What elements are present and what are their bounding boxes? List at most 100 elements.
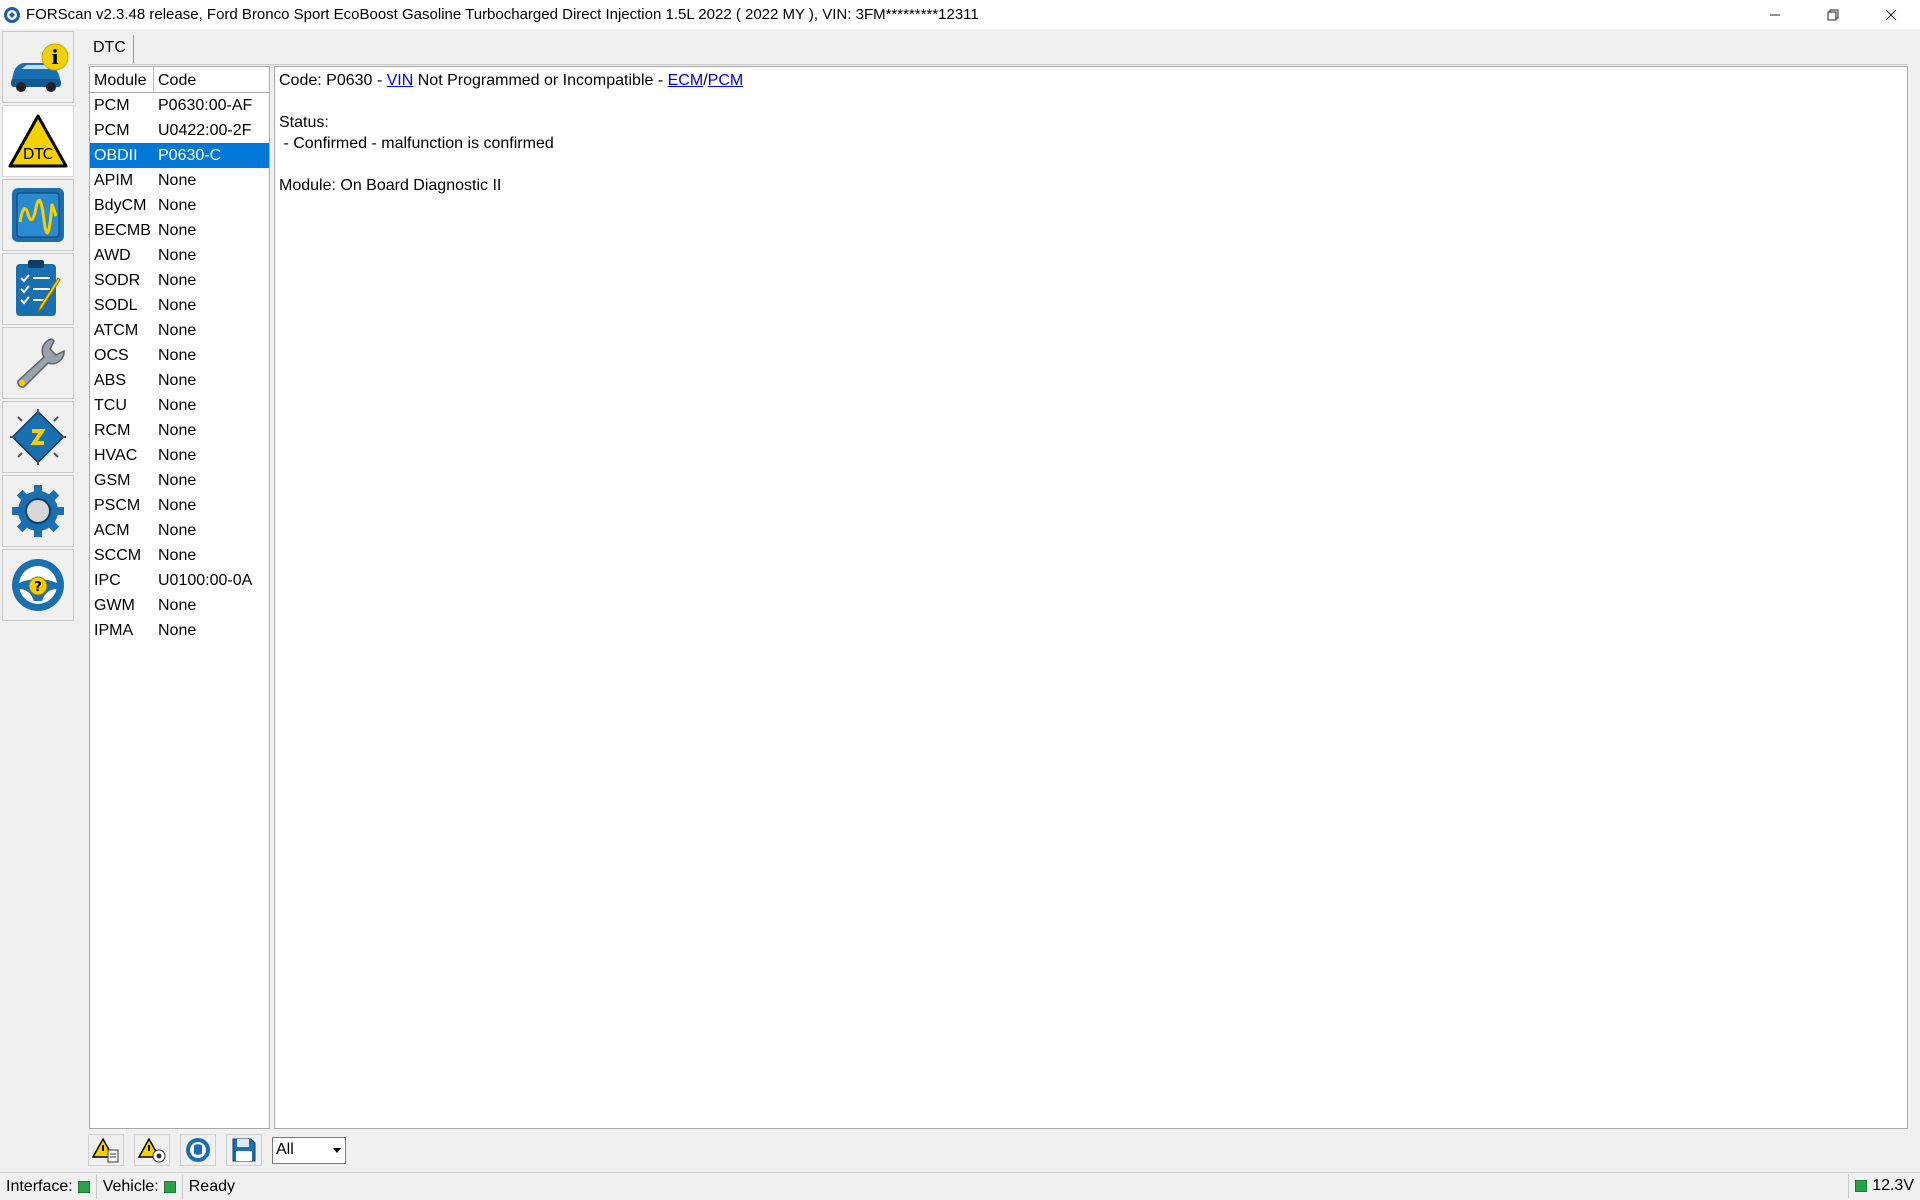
list-item[interactable]: APIM None	[90, 168, 269, 193]
vin-link[interactable]: VIN	[387, 72, 414, 89]
code-cell: None	[158, 471, 197, 489]
module-cell: APIM	[94, 171, 134, 189]
list-item[interactable]: PSCM None	[90, 493, 269, 518]
voltage-value: 12.3V	[1872, 1177, 1914, 1194]
code-description: Not Programmed or Incompatible -	[413, 72, 668, 89]
code-cell: None	[158, 271, 197, 289]
module-cell: SCCM	[94, 546, 142, 564]
code-cell: None	[158, 296, 197, 314]
sidebar-item-settings[interactable]	[2, 475, 74, 547]
car-info-icon: i	[11, 43, 69, 92]
read-dtc-button[interactable]	[88, 1134, 124, 1166]
svg-text:?: ?	[34, 580, 42, 595]
list-item[interactable]: IPC U0100:00-0A	[90, 568, 269, 593]
list-item[interactable]: HVAC None	[90, 443, 269, 468]
list-item[interactable]: IPMA None	[90, 618, 269, 643]
list-item[interactable]: GWM None	[90, 593, 269, 618]
sidebar-item-vehicle-info[interactable]: i	[2, 31, 74, 103]
module-cell: PCM	[94, 96, 130, 114]
list-item[interactable]: ATCM None	[90, 318, 269, 343]
sidebar-item-oscilloscope[interactable]	[2, 179, 74, 251]
dtc-warning-icon: DTC	[8, 114, 68, 168]
interface-status: Interface:	[0, 1174, 97, 1199]
list-item[interactable]: BdyCM None	[90, 193, 269, 218]
code-cell: None	[158, 421, 197, 439]
forscan-app-icon	[4, 6, 20, 23]
code-cell: None	[158, 321, 197, 339]
module-cell: OCS	[94, 346, 129, 364]
module-cell: TCU	[94, 396, 127, 414]
module-list-header: Module Code	[90, 67, 269, 93]
clear-dtc-icon	[138, 1137, 166, 1163]
minimize-button[interactable]	[1746, 0, 1804, 29]
code-cell: None	[158, 621, 197, 639]
wrench-icon	[17, 338, 65, 388]
sidebar-item-service[interactable]	[2, 327, 74, 399]
module-cell: IPC	[94, 571, 121, 589]
code-cell: None	[158, 596, 197, 614]
dtc-detail-pane: Code: P0630 - VIN Not Programmed or Inco…	[274, 66, 1908, 1129]
list-item[interactable]: OCS None	[90, 343, 269, 368]
module-cell: IPMA	[94, 621, 134, 639]
code-cell: None	[158, 396, 197, 414]
module-cell: GSM	[94, 471, 131, 489]
close-button[interactable]	[1862, 0, 1920, 29]
tab-dtc[interactable]: DTC	[88, 35, 134, 63]
pcm-link[interactable]: PCM	[708, 72, 744, 89]
interface-indicator-icon	[77, 1180, 90, 1193]
sidebar-item-configuration[interactable]	[2, 401, 74, 473]
list-item[interactable]: PCM P0630:00-AF	[90, 93, 269, 118]
column-header-module[interactable]: Module	[90, 67, 154, 92]
clear-dtc-button[interactable]	[134, 1134, 170, 1166]
list-item[interactable]: SODR None	[90, 268, 269, 293]
module-cell: PCM	[94, 121, 130, 139]
list-item[interactable]: GSM None	[90, 468, 269, 493]
list-item[interactable]: BECMB None	[90, 218, 269, 243]
module-cell: AWD	[94, 246, 131, 264]
column-header-code[interactable]: Code	[154, 67, 269, 92]
list-item[interactable]: AWD None	[90, 243, 269, 268]
code-cell: None	[158, 346, 197, 364]
code-cell: U0100:00-0A	[158, 571, 253, 589]
dtc-filter-select[interactable]: All	[272, 1136, 346, 1164]
module-rows: PCM P0630:00-AF PCM U0422:00-2F OBDII P0630…	[90, 93, 269, 643]
code-cell: P0630-C	[158, 146, 222, 164]
module-line: Module: On Board Diagnostic II	[279, 177, 502, 194]
code-cell: None	[158, 371, 197, 389]
module-cell: HVAC	[94, 446, 138, 464]
list-item[interactable]: ACM None	[90, 518, 269, 543]
code-prefix: Code: P0630 -	[279, 72, 387, 89]
status-label: Status:	[279, 114, 329, 131]
list-item[interactable]: SCCM None	[90, 543, 269, 568]
database-button[interactable]	[180, 1134, 216, 1166]
title-bar: FORScan v2.3.48 release, Ford Bronco Spo…	[0, 0, 1920, 29]
list-item[interactable]: TCU None	[90, 393, 269, 418]
list-item[interactable]: ABS None	[90, 368, 269, 393]
module-cell: ATCM	[94, 321, 139, 339]
module-cell: PSCM	[94, 496, 141, 514]
module-cell: SODL	[94, 296, 138, 314]
oscilloscope-icon	[12, 188, 64, 242]
module-cell: RCM	[94, 421, 131, 439]
code-cell: None	[158, 546, 197, 564]
bottom-toolbar: All	[88, 1133, 346, 1167]
gear-icon	[12, 485, 64, 537]
restore-button[interactable]	[1804, 0, 1862, 29]
list-item[interactable]: SODL None	[90, 293, 269, 318]
module-list[interactable]: Module Code PCM P0630:00-AF PCM U0422:00-2…	[89, 66, 270, 1129]
sidebar-item-dtc[interactable]: DTC	[2, 105, 74, 177]
module-cell: OBDII	[94, 146, 138, 164]
ecm-link[interactable]: ECM	[668, 72, 704, 89]
sidebar-item-tests[interactable]	[2, 253, 74, 325]
sidebar-item-help[interactable]: ?	[2, 549, 74, 621]
save-button[interactable]	[226, 1134, 262, 1166]
window-controls	[1746, 0, 1920, 29]
list-item-selected[interactable]: OBDII P0630-C	[90, 143, 269, 168]
list-item[interactable]: RCM None	[90, 418, 269, 443]
module-cell: ACM	[94, 521, 130, 539]
voltage-status: 12.3V	[1848, 1174, 1920, 1198]
chip-icon	[10, 409, 66, 465]
list-item[interactable]: PCM U0422:00-2F	[90, 118, 269, 143]
status-text: Ready	[188, 1177, 235, 1195]
dtc-code-line: Code: P0630 - VIN Not Programmed or Inco…	[279, 70, 1903, 91]
